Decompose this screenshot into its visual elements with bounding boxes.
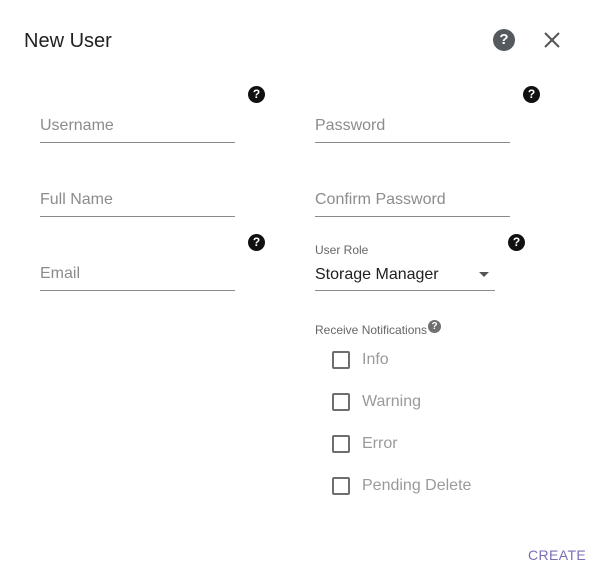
dropdown-arrow-icon [479, 272, 489, 277]
close-icon[interactable] [542, 30, 562, 50]
checkbox-pending-delete[interactable]: Pending Delete [332, 476, 471, 496]
user-role-select-group: User Role Storage Manager [315, 243, 495, 291]
checkbox-info[interactable]: Info [332, 350, 389, 370]
email-field [40, 258, 235, 292]
password-help-icon[interactable]: ? [523, 86, 540, 103]
confirm-password-field [315, 184, 510, 218]
password-input[interactable] [315, 110, 510, 143]
full-name-input[interactable] [40, 184, 235, 217]
email-help-icon[interactable]: ? [248, 234, 265, 251]
dialog-title: New User [24, 30, 112, 52]
user-role-value: Storage Manager [315, 266, 439, 283]
help-icon[interactable]: ? [493, 29, 515, 51]
password-field [315, 110, 510, 144]
confirm-password-input[interactable] [315, 184, 510, 217]
checkbox-icon[interactable] [332, 477, 350, 495]
checkbox-icon[interactable] [332, 393, 350, 411]
user-role-label: User Role [315, 243, 369, 257]
checkbox-label: Warning [362, 393, 421, 410]
create-button[interactable]: CREATE [522, 545, 592, 565]
full-name-field [40, 184, 235, 218]
receive-notifications-text: Receive Notifications [315, 323, 428, 337]
email-input[interactable] [40, 258, 235, 291]
notifications-help-icon[interactable]: ? [428, 320, 441, 333]
checkbox-icon[interactable] [332, 435, 350, 453]
checkbox-error[interactable]: Error [332, 434, 398, 454]
username-field [40, 110, 235, 144]
username-help-icon[interactable]: ? [248, 86, 265, 103]
checkbox-icon[interactable] [332, 351, 350, 369]
new-user-dialog: New User ? ? ? ? User Role Storage Manag… [0, 0, 600, 583]
checkbox-warning[interactable]: Warning [332, 392, 421, 412]
user-role-help-icon[interactable]: ? [508, 234, 525, 251]
receive-notifications-label: Receive Notifications [315, 323, 427, 337]
user-role-select[interactable]: Storage Manager [315, 266, 495, 291]
checkbox-label: Pending Delete [362, 477, 472, 494]
checkbox-label: Error [362, 435, 398, 452]
username-input[interactable] [40, 110, 235, 143]
checkbox-label: Info [362, 351, 389, 368]
